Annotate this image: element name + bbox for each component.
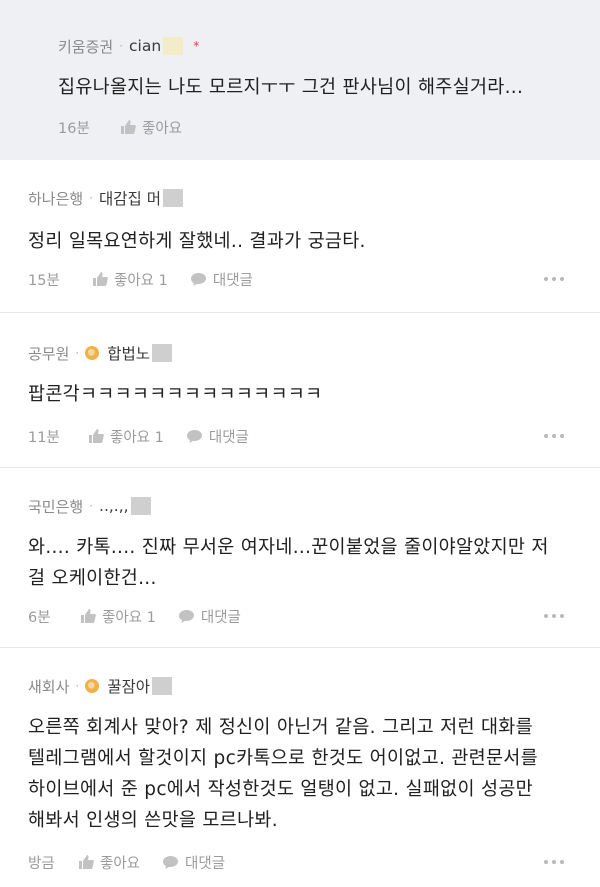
company-label: 공무원	[28, 344, 70, 363]
comment-text: 와.... 카톡.... 진짜 무서운 여자네...꾼이붙었을 줄이야알았지만 …	[28, 532, 574, 594]
reply-button[interactable]: 대댓글	[178, 606, 241, 627]
thumbs-up-icon	[79, 855, 94, 869]
like-button[interactable]: 좋아요 1	[92, 269, 168, 290]
nickname-masked	[152, 677, 173, 695]
company-label: 국민은행	[28, 497, 84, 516]
reply-label: 대댓글	[185, 855, 226, 872]
comment-text-line: 텔레그램에서 할것이지 pc카톡으로 한것도 어이없고. 관련문서를	[28, 748, 538, 769]
thumbs-up-icon	[81, 609, 96, 623]
like-button[interactable]: 좋아요 1	[80, 606, 156, 627]
thumbs-up-icon	[121, 120, 136, 134]
reply-label: 대댓글	[212, 272, 253, 289]
comment-author[interactable]: 새회사 · 꿀잠아	[28, 674, 574, 698]
comment-time: 방금	[28, 855, 55, 872]
more-options-icon[interactable]	[544, 860, 564, 864]
comment-item: 공무원 · 합법노 팝콘각ㅋㅋㅋㅋㅋㅋㅋㅋㅋㅋㅋㅋㅋㅋ 11분 좋아요 1 대댓…	[0, 313, 600, 468]
thumbs-up-icon	[89, 429, 104, 443]
comment-time: 16분	[58, 120, 90, 137]
reply-label: 대댓글	[208, 429, 249, 446]
comment-text: 오른쪽 회계사 맞아? 제 정신이 아닌거 같음. 그리고 저런 대화를 텔레그…	[28, 712, 574, 836]
reply-button[interactable]: 대댓글	[162, 852, 225, 873]
nickname: 대감집 머	[99, 190, 161, 208]
nickname: 꿀잠아	[107, 678, 151, 696]
comment-item: 키움증권 · cian * 집유나올지는 나도 모르지ㅜㅜ 그건 판사님이 해주…	[0, 0, 600, 160]
nickname: ..,.,,	[99, 497, 129, 515]
comment-text: 집유나올지는 나도 모르지ㅜㅜ 그건 판사님이 해주실거라...	[58, 77, 524, 98]
like-label: 좋아요	[142, 120, 183, 137]
separator-dot: ·	[75, 346, 80, 360]
company-label: 새회사	[28, 677, 70, 696]
nickname: cian	[129, 37, 162, 55]
comment-time: 15분	[28, 272, 60, 289]
reply-button[interactable]: 대댓글	[186, 426, 249, 447]
comment-actions: 15분 좋아요 1 대댓글	[28, 269, 574, 289]
like-button[interactable]: 좋아요 1	[88, 426, 164, 447]
like-label: 좋아요 1	[110, 429, 164, 446]
comment-actions: 16분 좋아요	[58, 117, 574, 137]
nickname-masked	[152, 344, 173, 362]
like-label: 좋아요	[100, 855, 141, 872]
comment-author[interactable]: 국민은행 · ..,.,,	[28, 494, 574, 518]
like-label: 좋아요 1	[102, 609, 156, 626]
comment-text-line: 오른쪽 회계사 맞아? 제 정신이 아닌거 같음. 그리고 저런 대화를	[28, 717, 533, 738]
comment-item: 하나은행 · 대감집 머 정리 일목요연하게 잘했네.. 결과가 궁금타. 15…	[0, 160, 600, 313]
like-button[interactable]: 좋아요	[120, 117, 182, 138]
comment-text-line: 걸 오케이한건...	[28, 568, 157, 589]
comment-text-line: 하이브에서 준 pc에서 작성한것도 얼탱이 없고. 실패없이 성공만	[28, 779, 533, 800]
comment-text: 정리 일목요연하게 잘했네.. 결과가 궁금타.	[28, 231, 366, 252]
speech-bubble-icon	[163, 855, 179, 869]
comment-text: 팝콘각ㅋㅋㅋㅋㅋㅋㅋㅋㅋㅋㅋㅋㅋㅋ	[28, 384, 323, 405]
separator-dot: ·	[89, 499, 94, 513]
comment-actions: 6분 좋아요 1 대댓글	[28, 606, 574, 626]
nickname-masked	[163, 37, 184, 55]
more-options-icon[interactable]	[544, 614, 564, 618]
company-label: 하나은행	[28, 189, 84, 208]
user-badge-icon	[85, 679, 100, 693]
comment-actions: 방금 좋아요 대댓글	[28, 852, 574, 872]
more-options-icon[interactable]	[544, 277, 564, 281]
comment-time: 6분	[28, 609, 51, 626]
user-badge-icon	[85, 346, 100, 360]
comment-text-line: 와.... 카톡.... 진짜 무서운 여자네...꾼이붙었을 줄이야알았지만 …	[28, 537, 549, 558]
comment-author[interactable]: 공무원 · 합법노	[28, 341, 574, 365]
like-button[interactable]: 좋아요	[78, 852, 140, 873]
nickname-masked	[163, 189, 183, 207]
reply-label: 대댓글	[200, 609, 241, 626]
comment-time: 11분	[28, 429, 60, 446]
comment-author[interactable]: 키움증권 · cian *	[58, 34, 574, 58]
comment-author[interactable]: 하나은행 · 대감집 머	[28, 186, 574, 210]
speech-bubble-icon	[190, 272, 206, 286]
thumbs-up-icon	[93, 272, 108, 286]
comment-actions: 11분 좋아요 1 대댓글	[28, 426, 574, 446]
comment-item: 새회사 · 꿀잠아 오른쪽 회계사 맞아? 제 정신이 아닌거 같음. 그리고 …	[0, 648, 600, 887]
speech-bubble-icon	[186, 429, 202, 443]
separator-dot: ·	[89, 191, 94, 205]
comment-text-line: 해봐서 인생의 쓴맛을 모르나봐.	[28, 810, 278, 831]
more-options-icon[interactable]	[544, 434, 564, 438]
nickname: 합법노	[107, 345, 151, 363]
like-label: 좋아요 1	[114, 272, 168, 289]
author-marker-icon: *	[193, 39, 200, 53]
company-label: 키움증권	[58, 37, 114, 56]
nickname-masked	[130, 497, 151, 515]
separator-dot: ·	[119, 39, 124, 53]
comment-item: 국민은행 · ..,.,, 와.... 카톡.... 진짜 무서운 여자네...…	[0, 468, 600, 648]
speech-bubble-icon	[178, 609, 194, 623]
reply-button[interactable]: 대댓글	[190, 269, 253, 290]
separator-dot: ·	[75, 679, 80, 693]
